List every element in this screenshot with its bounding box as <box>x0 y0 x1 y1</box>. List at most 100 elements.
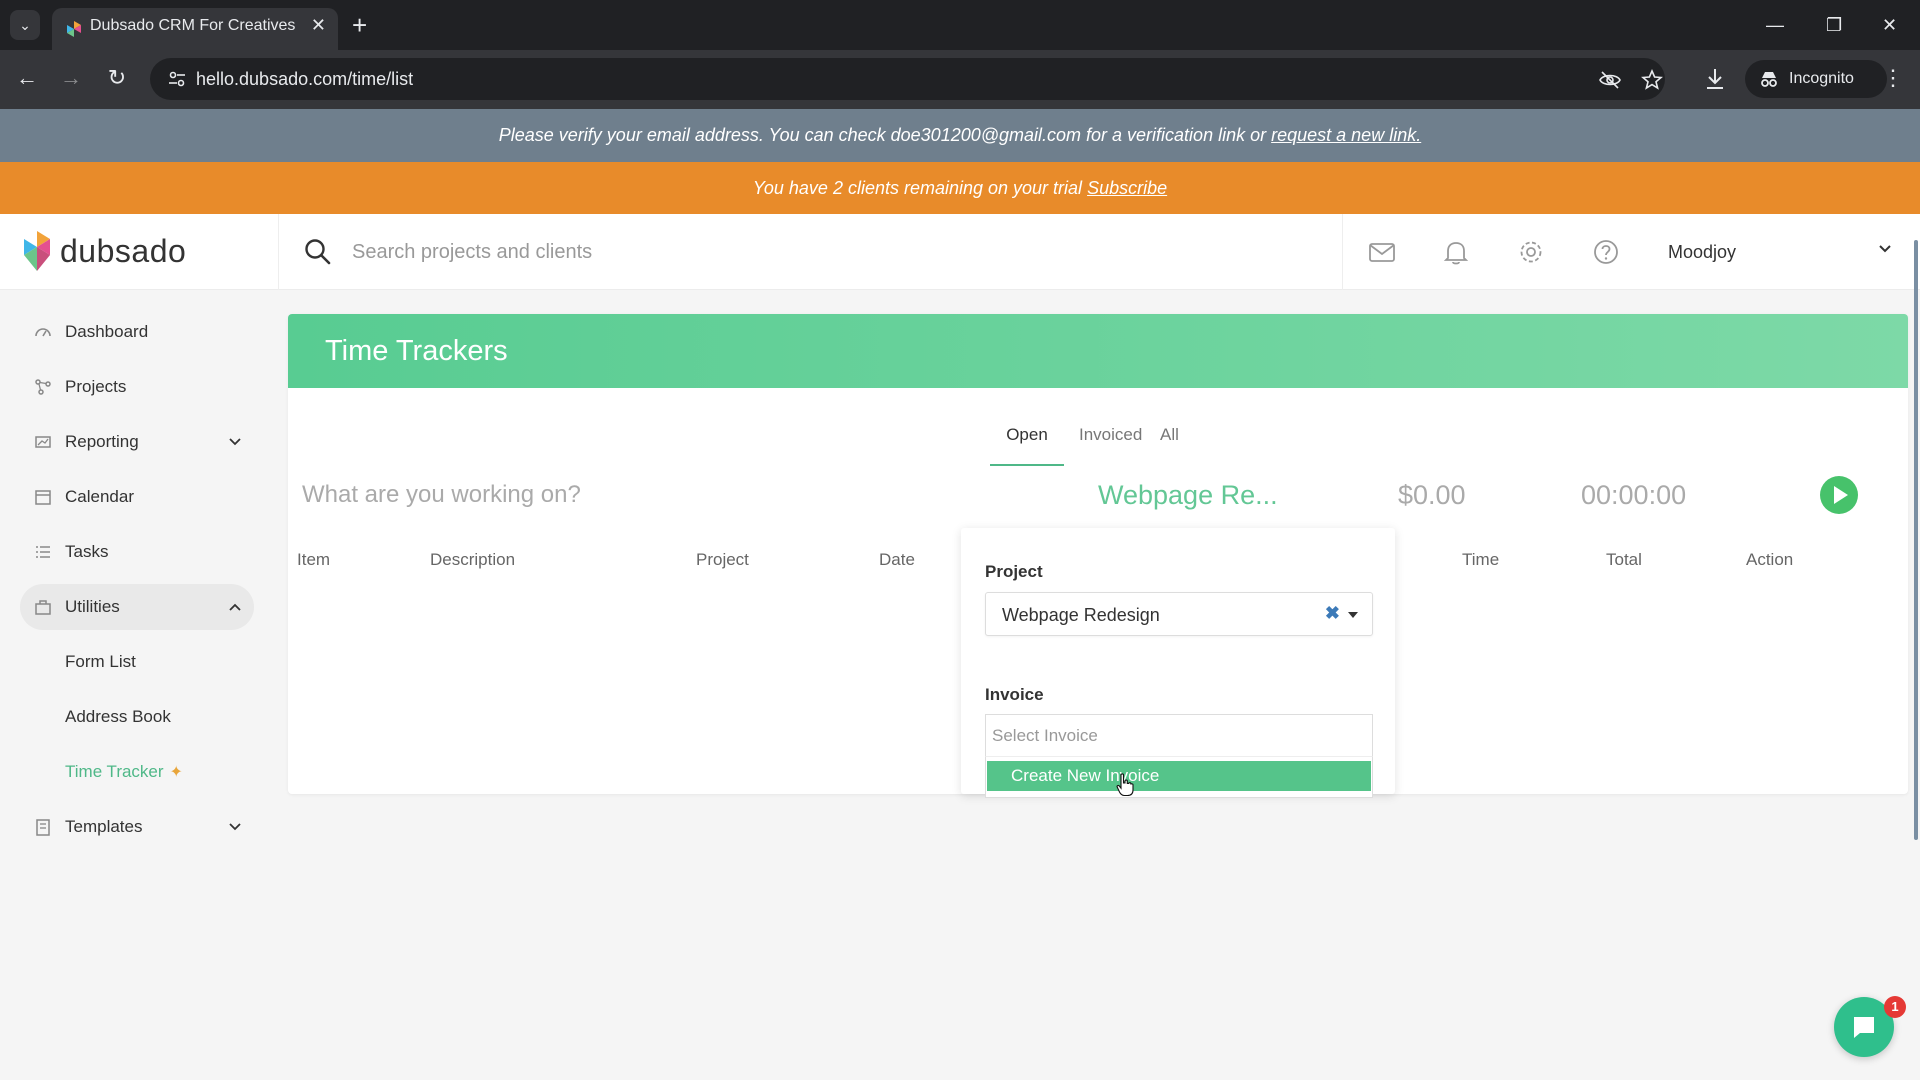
sidebar-subitem-time-tracker[interactable]: Time Tracker ✦ <box>65 752 183 792</box>
user-name[interactable]: Moodjoy <box>1668 214 1736 290</box>
hand-cursor-icon <box>1116 773 1134 797</box>
project-select-value: Webpage Redesign <box>1002 605 1160 625</box>
tab-search-button[interactable]: ⌄ <box>10 10 40 40</box>
sidebar-subitem-address-book[interactable]: Address Book <box>65 697 171 737</box>
sparkle-icon: ✦ <box>169 764 183 781</box>
gear-icon[interactable] <box>1517 238 1545 266</box>
project-selector[interactable]: Webpage Re... <box>1098 472 1278 518</box>
project-select[interactable]: Webpage Redesign ✖ <box>985 592 1373 636</box>
download-icon[interactable] <box>1700 64 1730 94</box>
column-header-action: Action <box>1746 550 1794 569</box>
chevron-down-icon[interactable] <box>1878 242 1892 256</box>
chevron-up-icon[interactable] <box>228 600 242 614</box>
sidebar-item-label: Reporting <box>65 432 139 451</box>
site-info-icon[interactable] <box>166 68 188 90</box>
column-header-date: Date <box>879 550 915 569</box>
clear-icon[interactable]: ✖ <box>1325 593 1340 633</box>
bell-icon[interactable] <box>1442 238 1470 266</box>
project-invoice-popover: Project Webpage Redesign ✖ Invoice Creat… <box>961 528 1395 798</box>
projects-icon <box>35 379 51 395</box>
sidebar-item-label: Tasks <box>65 542 109 561</box>
column-header-total: Total <box>1606 550 1642 569</box>
page-scrollbar[interactable] <box>1914 240 1918 840</box>
tasks-icon <box>36 546 50 558</box>
sidebar-item-label: Templates <box>65 817 143 836</box>
tab-open[interactable]: Open <box>990 410 1064 466</box>
dubsado-logo-icon[interactable] <box>22 228 52 274</box>
tab-invoiced[interactable]: Invoiced <box>1079 410 1142 466</box>
incognito-icon <box>1761 72 1777 87</box>
sidebar-item-projects[interactable]: Projects <box>20 364 254 410</box>
incognito-label: Incognito <box>1789 70 1854 87</box>
tab-title: Dubsado CRM For Creatives <box>90 17 296 34</box>
bookmark-star-icon[interactable] <box>1640 68 1664 92</box>
chat-icon <box>1854 1017 1874 1038</box>
notification-badge: 1 <box>1884 996 1906 1018</box>
reporting-icon <box>35 436 51 448</box>
caret-down-icon[interactable] <box>1348 612 1358 618</box>
verify-email-banner: Please verify your email address. You ca… <box>0 109 1920 162</box>
sidebar-item-dashboard[interactable]: Dashboard <box>20 309 254 355</box>
help-icon[interactable] <box>1592 238 1620 266</box>
sidebar-item-label: Calendar <box>65 487 134 506</box>
dubsado-favicon-icon <box>67 21 81 37</box>
invoice-select-input[interactable] <box>985 714 1373 756</box>
minimize-icon[interactable]: — <box>1766 10 1784 40</box>
sidebar-subitem-form-list[interactable]: Form List <box>65 642 136 682</box>
url-text: hello.dubsado.com/time/list <box>196 69 414 89</box>
tab-all[interactable]: All <box>1160 410 1179 466</box>
verify-email-text: Please verify your email address. You ca… <box>498 125 1267 145</box>
sidebar-item-templates[interactable]: Templates <box>20 804 254 850</box>
utilities-icon <box>35 600 51 615</box>
window-close-icon[interactable]: ✕ <box>1882 10 1897 40</box>
sidebar: Dashboard Projects Reporting Calendar Ta… <box>0 290 270 1080</box>
project-label: Project <box>985 562 1043 581</box>
column-header-item: Item <box>297 550 331 569</box>
reload-icon[interactable]: ↻ <box>102 63 132 93</box>
invoice-label: Invoice <box>985 685 1044 704</box>
back-icon[interactable]: ← <box>12 63 42 93</box>
card-header: Time Trackers <box>288 314 1908 388</box>
create-new-invoice-option[interactable]: Create New Invoice <box>987 761 1371 791</box>
request-new-link[interactable]: request a new link. <box>1271 125 1421 145</box>
play-timer-button[interactable] <box>1820 476 1858 514</box>
eye-off-icon[interactable] <box>1598 68 1622 92</box>
timer-value[interactable]: 00:00:00 <box>1581 472 1686 518</box>
working-on-input[interactable] <box>302 472 1002 518</box>
new-tab-button[interactable]: + <box>352 8 367 42</box>
chevron-down-icon[interactable] <box>228 435 242 449</box>
address-bar[interactable]: hello.dubsado.com/time/list <box>150 58 1665 100</box>
sidebar-item-label: Projects <box>65 377 127 396</box>
mail-icon[interactable] <box>1368 238 1396 266</box>
tab-close-icon[interactable]: ✕ <box>311 8 326 43</box>
app-header: dubsado Moodjoy <box>0 214 1920 290</box>
chevron-down-icon[interactable] <box>228 820 242 834</box>
sidebar-item-label: Dashboard <box>65 322 149 341</box>
sidebar-item-label: Utilities <box>65 597 120 616</box>
subscribe-link[interactable]: Subscribe <box>1087 178 1167 198</box>
browser-toolbar: ← → ↻ hello.dubsado.com/time/list Incogn… <box>0 50 1920 109</box>
search-input[interactable] <box>352 232 1312 272</box>
forward-icon[interactable]: → <box>56 63 86 93</box>
column-header-time: Time <box>1462 550 1500 569</box>
sidebar-item-utilities[interactable]: Utilities <box>20 584 254 630</box>
incognito-indicator[interactable]: Incognito <box>1745 60 1887 98</box>
calendar-icon <box>35 490 51 505</box>
browser-tab[interactable]: Dubsado CRM For Creatives ✕ <box>52 8 338 50</box>
sidebar-item-tasks[interactable]: Tasks <box>20 529 254 575</box>
trial-banner: You have 2 clients remaining on your tri… <box>0 162 1920 214</box>
sidebar-item-reporting[interactable]: Reporting <box>20 419 254 465</box>
column-header-description: Description <box>430 550 516 569</box>
column-header-project: Project <box>696 550 749 569</box>
search-icon[interactable] <box>304 238 332 266</box>
sidebar-item-label: Time Tracker <box>65 762 164 781</box>
amount-value[interactable]: $0.00 <box>1398 472 1466 518</box>
browser-menu-icon[interactable]: ⋮ <box>1878 63 1908 93</box>
page-title: Time Trackers <box>325 335 508 367</box>
restore-icon[interactable]: ❐ <box>1826 10 1842 40</box>
templates-icon <box>36 819 50 836</box>
dashboard-icon <box>35 328 51 337</box>
header-divider <box>278 214 279 290</box>
sidebar-item-calendar[interactable]: Calendar <box>20 474 254 520</box>
logo-text[interactable]: dubsado <box>60 228 186 274</box>
